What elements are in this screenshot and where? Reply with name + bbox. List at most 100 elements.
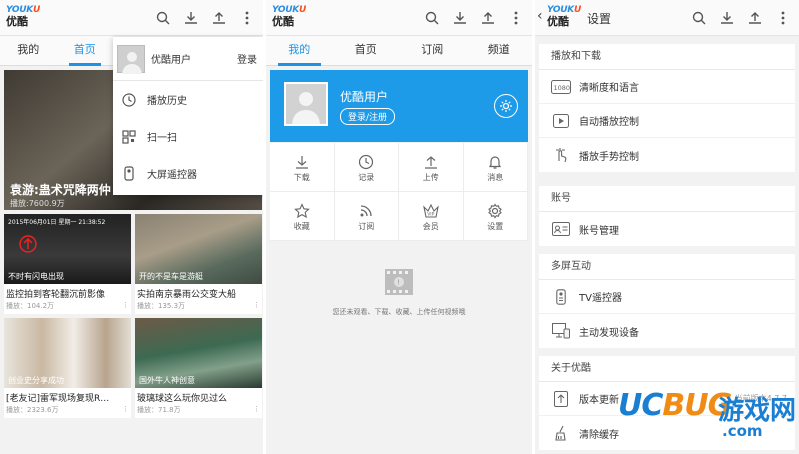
youku-logo[interactable]: YOUKU 优酷	[6, 6, 40, 28]
search-icon[interactable]	[153, 8, 173, 28]
search-icon[interactable]	[422, 8, 442, 28]
vip-icon: VIP	[422, 201, 440, 221]
svg-text:1080: 1080	[554, 84, 571, 92]
section-header: 播放和下载	[539, 44, 795, 70]
overflow-menu: 优酷用户 登录 播放历史 扫一扫 大屏遥控器	[113, 37, 263, 195]
video-overlay-text: 不时有闪电出现	[8, 272, 64, 281]
upload-icon[interactable]	[478, 8, 498, 28]
gear-icon	[487, 201, 503, 221]
search-icon[interactable]	[689, 8, 709, 28]
video-card[interactable]: 开的不是车是游艇 实拍南京暴雨公交变大船 播放：135.3万 ⋮	[135, 214, 262, 314]
rss-icon	[358, 201, 374, 221]
upload-icon[interactable]	[209, 8, 229, 28]
tab-mine[interactable]: 我的	[266, 36, 333, 66]
grid-subscriptions[interactable]: 订阅	[334, 192, 399, 241]
update-icon	[551, 390, 571, 408]
download-icon[interactable]	[717, 8, 737, 28]
video-views: 播放：135.3万	[137, 302, 186, 310]
play-icon	[551, 112, 571, 130]
menu-item-label: 大屏遥控器	[147, 170, 197, 181]
video-views: 播放：71.8万	[137, 406, 181, 414]
setting-gesture[interactable]: 播放手势控制	[539, 138, 795, 172]
tab-subscribe[interactable]: 订阅	[399, 36, 466, 65]
section-header: 账号	[539, 186, 795, 212]
section-header: 多屏互动	[539, 254, 795, 280]
hd-1080-icon: 1080	[551, 78, 571, 96]
login-link[interactable]: 登录	[237, 51, 257, 66]
setting-tv-remote[interactable]: TV遥控器	[539, 280, 795, 314]
more-icon[interactable]	[773, 8, 793, 28]
more-icon[interactable]: ⋮	[122, 405, 129, 415]
more-icon[interactable]: ⋮	[253, 405, 260, 415]
tab-home[interactable]: 首页	[57, 36, 114, 66]
top-bar: ‹ YOUKU 优酷 设置	[535, 0, 799, 36]
video-overlay-text: 国外牛人神创意	[139, 376, 195, 385]
profile-header: 优酷用户 登录/注册	[270, 70, 528, 142]
grid-messages[interactable]: 消息	[463, 143, 528, 192]
video-card[interactable]: 创业史分享成功 [老友记]雷军现场复现R… 播放：2323.6万 ⋮	[4, 318, 131, 418]
page-title: 设置	[587, 12, 612, 26]
empty-state: ! 您还未观看、下载、收藏、上传任何视频哦	[266, 268, 532, 317]
video-overlay-text: 创业史分享成功	[8, 376, 64, 385]
grid-upload[interactable]: 上传	[399, 143, 464, 192]
grid-history[interactable]: 记录	[334, 143, 399, 192]
skin-settings-icon[interactable]	[494, 94, 518, 118]
my-panel: YOUKU 优酷 我的 首页 订阅 频道 优酷用户 登录/注册 下载 记录 上传…	[266, 0, 532, 454]
menu-user-row[interactable]: 优酷用户 登录	[113, 37, 263, 81]
download-icon[interactable]	[181, 8, 201, 28]
svg-text:!: !	[397, 279, 400, 287]
svg-text:VIP: VIP	[427, 211, 434, 217]
menu-username: 优酷用户	[151, 55, 191, 66]
menu-item-scan[interactable]: 扫一扫	[113, 118, 263, 155]
youku-logo[interactable]: YOUKU 优酷	[272, 6, 306, 28]
settings-section-multiscreen: 多屏互动 TV遥控器 主动发现设备	[539, 254, 795, 348]
empty-state-text: 您还未观看、下载、收藏、上传任何视频哦	[332, 308, 466, 316]
section-header: 关于优酷	[539, 356, 795, 382]
grid-vip[interactable]: VIP 会员	[399, 192, 464, 241]
clock-icon	[121, 92, 137, 108]
setting-quality[interactable]: 1080 清晰度和语言	[539, 70, 795, 104]
download-icon[interactable]	[450, 8, 470, 28]
upload-icon[interactable]	[745, 8, 765, 28]
video-title: 监控拍到客轮翻沉前影像	[6, 290, 106, 300]
menu-item-label: 播放历史	[147, 96, 187, 107]
remote-icon	[121, 166, 137, 182]
more-icon[interactable]	[237, 8, 257, 28]
more-icon[interactable]: ⋮	[253, 301, 260, 311]
qrcode-icon	[121, 129, 137, 145]
site-watermark: UCBUG 游戏网 .com	[618, 388, 797, 440]
video-title: [老友记]雷军现场复现R…	[6, 394, 110, 404]
tab-channel[interactable]: 频道	[466, 36, 533, 65]
grid-favorites[interactable]: 收藏	[270, 192, 335, 241]
setting-account-manage[interactable]: 账号管理	[539, 212, 795, 246]
setting-autoplay[interactable]: 自动播放控制	[539, 104, 795, 138]
setting-discover-device[interactable]: 主动发现设备	[539, 314, 795, 348]
video-card[interactable]: 国外牛人神创意 玻璃球这么玩你见过么 播放：71.8万 ⋮	[135, 318, 262, 418]
video-card[interactable]: 2015年06月01日 星期一 21:38:52 不时有闪电出现 监控拍到客轮翻…	[4, 214, 131, 314]
clock-icon	[358, 152, 374, 172]
menu-item-history[interactable]: 播放历史	[113, 81, 263, 118]
more-icon[interactable]: ⋮	[122, 301, 129, 311]
tab-mine[interactable]: 我的	[0, 36, 57, 65]
featured-count: 播放:7600.9万	[10, 199, 65, 208]
youku-logo[interactable]: YOUKU 优酷	[547, 6, 581, 28]
gesture-icon	[551, 146, 571, 164]
video-views: 播放：2323.6万	[6, 406, 59, 414]
avatar	[117, 44, 145, 74]
remote-icon	[551, 288, 571, 306]
grid-download[interactable]: 下载	[270, 143, 335, 192]
back-icon[interactable]: ‹	[537, 8, 543, 24]
grid-settings[interactable]: 设置	[463, 192, 528, 241]
username: 优酷用户	[340, 90, 389, 104]
video-overlay-text: 开的不是车是游艇	[139, 272, 203, 281]
avatar[interactable]	[284, 82, 328, 126]
settings-section-playback: 播放和下载 1080 清晰度和语言 自动播放控制 播放手势控制	[539, 44, 795, 172]
tab-home[interactable]: 首页	[333, 36, 400, 65]
more-icon[interactable]	[506, 8, 526, 28]
top-bar: YOUKU 优酷	[266, 0, 532, 36]
menu-item-label: 扫一扫	[147, 133, 177, 144]
star-icon	[293, 201, 310, 221]
login-register-button[interactable]: 登录/注册	[340, 108, 396, 125]
menu-item-remote[interactable]: 大屏遥控器	[113, 155, 263, 192]
home-panel: YOUKU 优酷 我的 首页 袁游:蛊术咒降两仲 播放:7600.9万 2015…	[0, 0, 263, 454]
